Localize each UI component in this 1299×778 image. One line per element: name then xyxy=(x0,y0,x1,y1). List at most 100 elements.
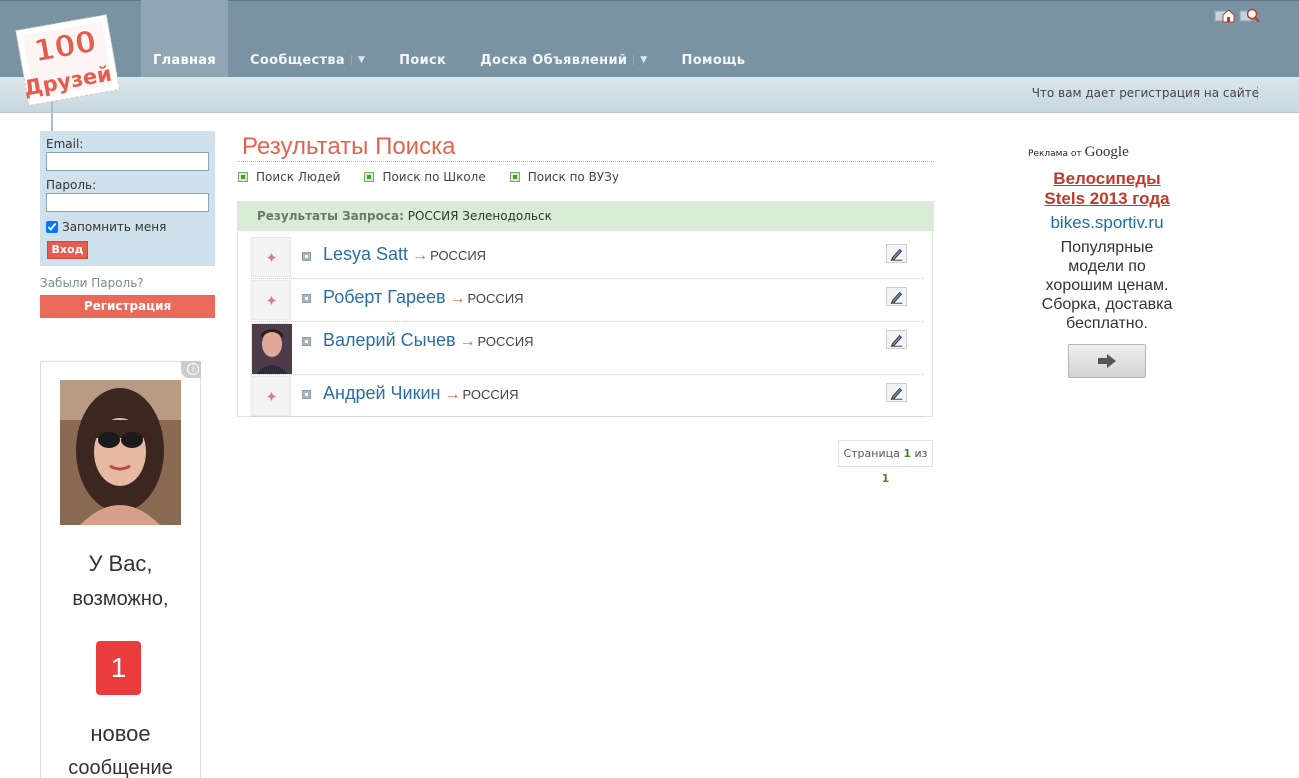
checkbox-icon[interactable] xyxy=(509,172,520,182)
avatar[interactable] xyxy=(251,376,291,416)
person-country: РОССИЯ xyxy=(462,387,519,402)
avatar[interactable] xyxy=(251,280,291,320)
nav-label: Помощь xyxy=(681,53,746,68)
filter-university[interactable]: Поиск по ВУЗу xyxy=(509,170,619,184)
new-message-count-badge: 1 xyxy=(96,641,141,695)
result-name-link[interactable]: Валерий Сычев → РОССИЯ xyxy=(323,330,534,351)
avatar[interactable] xyxy=(251,323,292,374)
pencil-icon[interactable] xyxy=(886,383,907,402)
pager-label: Страница xyxy=(843,447,900,460)
no-photo-icon xyxy=(267,296,276,305)
nav-item-home[interactable]: Главная xyxy=(141,0,229,77)
results-panel: Результаты Запроса: РОССИЯ Зеленодольск … xyxy=(237,201,934,417)
ad-desc-line: хорошим ценам. xyxy=(1045,277,1169,294)
person-name[interactable]: Андрей Чикин xyxy=(323,383,440,403)
ad-title-line[interactable]: Stels 2013 года xyxy=(1022,189,1192,209)
person-name[interactable]: Роберт Гареев xyxy=(323,287,446,307)
site-logo[interactable]: 100 Друзей xyxy=(14,12,122,112)
nav-label: Сообщества xyxy=(250,53,345,68)
page: 100 Друзей Главная Сообщества ▼ Поиск Дос… xyxy=(0,0,1299,778)
ad-text-line4: сообщение xyxy=(68,757,173,778)
page-title: Результаты Поиска xyxy=(242,133,456,160)
google-logo: Google xyxy=(1084,144,1129,160)
ad-photo xyxy=(60,380,181,525)
user-photo xyxy=(252,324,292,374)
avatar[interactable] xyxy=(251,237,291,277)
login-box: Email: Пароль: Запомнить меня Вход xyxy=(40,131,215,266)
result-row: Валерий Сычев → РОССИЯ xyxy=(251,322,924,375)
divider xyxy=(237,161,934,162)
arrow-right-icon xyxy=(1098,354,1116,368)
filter-people[interactable]: Поиск Людей xyxy=(238,170,340,184)
ad-desc-line: бесплатно. xyxy=(1066,315,1148,332)
pencil-icon[interactable] xyxy=(886,330,907,349)
login-button[interactable]: Вход xyxy=(47,241,88,259)
ad-text-line1: У Вас, xyxy=(88,551,153,576)
register-button[interactable]: Регистрация xyxy=(40,295,215,318)
chevron-down-icon[interactable]: ▼ xyxy=(350,55,365,65)
result-name-link[interactable]: Андрей Чикин → РОССИЯ xyxy=(323,383,518,404)
status-bullet-icon xyxy=(302,337,311,346)
arrow-icon: → xyxy=(444,386,461,403)
person-name[interactable]: Lesya Satt xyxy=(323,244,408,264)
checkbox-icon[interactable] xyxy=(364,172,375,182)
filter-school[interactable]: Поиск по Школе xyxy=(364,170,486,184)
ad-title-line[interactable]: Велосипеды xyxy=(1022,169,1192,189)
email-field[interactable] xyxy=(46,152,209,171)
ad-go-button[interactable] xyxy=(1068,344,1146,378)
person-country: РОССИЯ xyxy=(477,334,534,349)
pager-total: 1 xyxy=(881,472,890,485)
status-bullet-icon xyxy=(302,252,311,261)
arrow-icon: → xyxy=(412,247,429,264)
filter-label: Поиск по ВУЗу xyxy=(527,170,619,184)
password-label: Пароль: xyxy=(46,178,97,192)
forgot-password-link[interactable]: Забыли Пароль? xyxy=(40,276,144,290)
ad-description: Популярные модели по хорошим ценам. Сбор… xyxy=(1022,238,1192,333)
nav-label: Поиск xyxy=(399,53,447,68)
password-field[interactable] xyxy=(46,193,209,212)
nav-label: Доска Объявлений xyxy=(480,53,628,68)
arrow-icon: → xyxy=(459,333,476,350)
ad-info-icon[interactable]: i xyxy=(181,361,201,378)
nav-item-search[interactable]: Поиск xyxy=(387,0,458,77)
left-ad-banner[interactable]: У Вас, возможно, 1 новое сообщение xyxy=(40,361,201,778)
search-zoom-icon[interactable] xyxy=(1239,7,1260,23)
remember-me-label: Запомнить меня xyxy=(62,220,167,234)
filter-label: Поиск по Школе xyxy=(382,170,486,184)
nav-item-board[interactable]: Доска Объявлений ▼ xyxy=(468,0,659,77)
ad-title-link[interactable]: Велосипеды Stels 2013 года xyxy=(1022,169,1192,209)
result-row: Роберт Гареев → РОССИЯ xyxy=(251,279,924,322)
pencil-icon[interactable] xyxy=(886,244,907,263)
top-icons xyxy=(1214,7,1260,23)
ad-url[interactable]: bikes.sportiv.ru xyxy=(1022,213,1192,233)
results-header: Результаты Запроса: РОССИЯ Зеленодольск xyxy=(238,201,934,231)
ad-desc-line: Популярные xyxy=(1060,239,1154,256)
ad-text-line2: возможно, xyxy=(72,588,169,610)
person-name[interactable]: Валерий Сычев xyxy=(323,330,456,350)
nav-item-communities[interactable]: Сообщества ▼ xyxy=(238,0,377,77)
results-query: РОССИЯ Зеленодольск xyxy=(407,209,552,223)
pagination: Страница 1 из 1 xyxy=(838,440,933,485)
remember-me[interactable]: Запомнить меня xyxy=(46,220,166,234)
pager-current[interactable]: 1 xyxy=(903,447,911,460)
no-photo-icon xyxy=(267,392,276,401)
person-country: РОССИЯ xyxy=(467,291,524,306)
remember-me-checkbox[interactable] xyxy=(46,221,58,233)
status-bullet-icon xyxy=(302,294,311,303)
registration-info-link[interactable]: Что вам дает регистрация на сайте xyxy=(1032,86,1259,100)
divider xyxy=(1257,86,1258,100)
pencil-icon[interactable] xyxy=(886,287,907,306)
ad-desc-line: Сборка, доставка xyxy=(1041,296,1173,313)
nav-item-help[interactable]: Помощь xyxy=(670,0,758,77)
arrow-icon: → xyxy=(449,290,466,307)
result-row: Lesya Satt → РОССИЯ xyxy=(251,235,924,279)
home-icon[interactable] xyxy=(1214,7,1235,23)
ad-desc-line: модели по xyxy=(1068,258,1146,275)
ads-by-google[interactable]: Реклама от Google xyxy=(1028,144,1129,161)
checkbox-icon[interactable] xyxy=(238,172,248,182)
result-name-link[interactable]: Роберт Гареев → РОССИЯ xyxy=(323,287,524,308)
chevron-down-icon[interactable]: ▼ xyxy=(633,55,647,65)
result-name-link[interactable]: Lesya Satt → РОССИЯ xyxy=(323,244,486,265)
filter-label: Поиск Людей xyxy=(256,170,341,184)
person-country: РОССИЯ xyxy=(430,248,487,263)
